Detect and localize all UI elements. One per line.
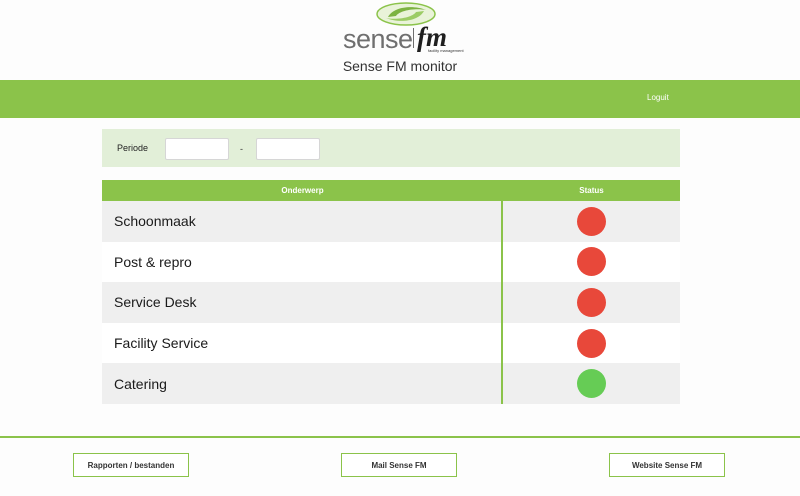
row-subject: Catering bbox=[102, 363, 503, 404]
row-status-cell bbox=[503, 323, 680, 364]
status-indicator-icon bbox=[577, 328, 606, 358]
period-from-input[interactable] bbox=[165, 138, 229, 160]
row-subject: Schoonmaak bbox=[102, 201, 503, 242]
row-subject: Service Desk bbox=[102, 282, 503, 323]
website-button[interactable]: Website Sense FM bbox=[609, 453, 725, 477]
column-header-status: Status bbox=[579, 186, 604, 195]
period-separator: - bbox=[240, 144, 243, 154]
table-row[interactable]: Post & repro bbox=[102, 241, 680, 283]
mail-button[interactable]: Mail Sense FM bbox=[341, 453, 457, 477]
period-to-input[interactable] bbox=[256, 138, 320, 160]
table-row[interactable]: Catering bbox=[102, 363, 680, 404]
status-table: Onderwerp Status Schoonmaak Post & repro… bbox=[102, 180, 680, 404]
reports-button[interactable]: Rapporten / bestanden bbox=[73, 453, 189, 477]
logo-subtext: facility management bbox=[428, 48, 464, 53]
table-body: Schoonmaak Post & repro Service Desk Fac… bbox=[102, 201, 680, 404]
status-indicator-icon bbox=[577, 206, 606, 236]
row-status-cell bbox=[503, 363, 680, 404]
table-row[interactable]: Facility Service bbox=[102, 322, 680, 364]
sense-fm-logo: sense fm facility management bbox=[340, 0, 464, 56]
logout-link[interactable]: Loguit bbox=[647, 93, 669, 102]
period-label: Periode bbox=[117, 143, 149, 153]
row-subject: Facility Service bbox=[102, 322, 503, 364]
page: sense fm facility management Sense FM mo… bbox=[0, 0, 800, 496]
logo-text-sense: sense bbox=[343, 24, 413, 54]
column-header-subject: Onderwerp bbox=[281, 186, 324, 195]
row-status-cell bbox=[503, 201, 680, 242]
table-row[interactable]: Schoonmaak bbox=[102, 201, 680, 242]
status-indicator-icon bbox=[577, 287, 606, 317]
footer-divider bbox=[0, 436, 800, 438]
row-subject: Post & repro bbox=[102, 241, 503, 283]
row-status-cell bbox=[503, 282, 680, 323]
row-status-cell bbox=[503, 242, 680, 283]
nav-bar: Loguit bbox=[0, 80, 800, 118]
period-filter: Periode - bbox=[102, 129, 680, 167]
app-title: Sense FM monitor bbox=[342, 58, 458, 74]
table-header: Onderwerp Status bbox=[102, 180, 680, 201]
table-row[interactable]: Service Desk bbox=[102, 282, 680, 323]
logo-divider bbox=[413, 28, 414, 48]
status-indicator-icon bbox=[577, 369, 606, 399]
status-indicator-icon bbox=[577, 247, 606, 277]
